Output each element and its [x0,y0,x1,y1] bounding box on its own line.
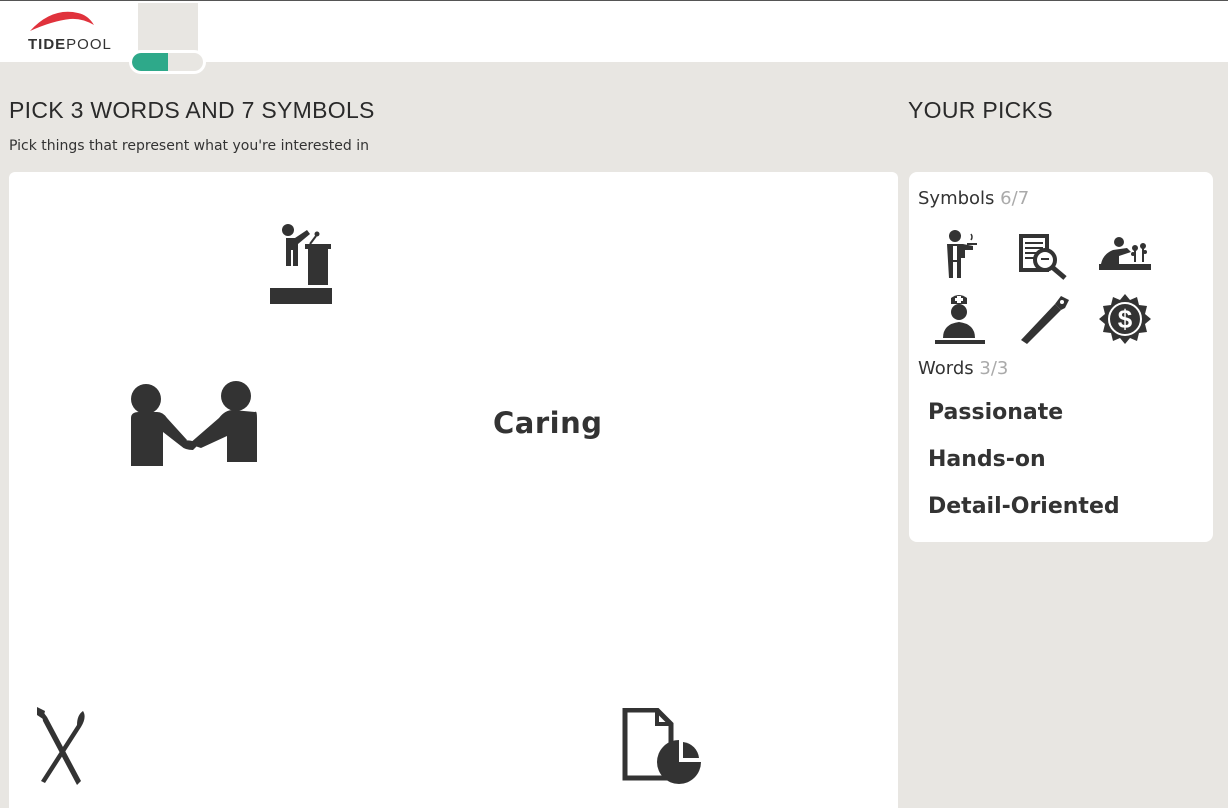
document-pie-chart-icon[interactable] [621,708,703,786]
picked-word[interactable]: Passionate [928,400,1063,425]
board-word-caring[interactable]: Caring [493,406,603,440]
nurse-icon[interactable] [933,292,989,348]
gardener-icon[interactable] [1097,228,1153,284]
handshake-icon[interactable] [129,380,259,470]
selection-board: Caring [9,172,898,808]
document-magnifier-icon[interactable] [1015,228,1071,284]
progress-bar [129,50,206,74]
saw-icon[interactable] [1015,292,1071,348]
logo-text: TIDEPOOL [28,36,112,53]
your-picks-panel: Symbols 6/7 $ Words 3/3 Passionate Hands… [909,172,1213,542]
tidepool-logo[interactable]: TIDEPOOL [22,9,112,57]
words-section-label: Words 3/3 [918,358,1009,379]
svg-text:$: $ [1118,304,1133,334]
waiter-icon[interactable] [933,228,989,284]
progress-bar-fill [132,53,168,71]
symbols-count: 6/7 [1000,188,1030,209]
page-subtitle: Pick things that represent what you're i… [9,138,369,154]
wave-logo-icon [30,11,94,31]
picked-word[interactable]: Detail-Oriented [928,494,1120,519]
words-count: 3/3 [979,358,1009,379]
pen-brush-crossed-icon[interactable] [33,707,89,789]
speaker-podium-icon[interactable] [268,222,334,306]
dollar-seal-icon[interactable]: $ [1097,292,1153,348]
page-title: PICK 3 WORDS AND 7 SYMBOLS [9,97,375,123]
picks-title: YOUR PICKS [908,97,1053,123]
picked-word[interactable]: Hands-on [928,447,1046,472]
symbols-section-label: Symbols 6/7 [918,188,1030,209]
